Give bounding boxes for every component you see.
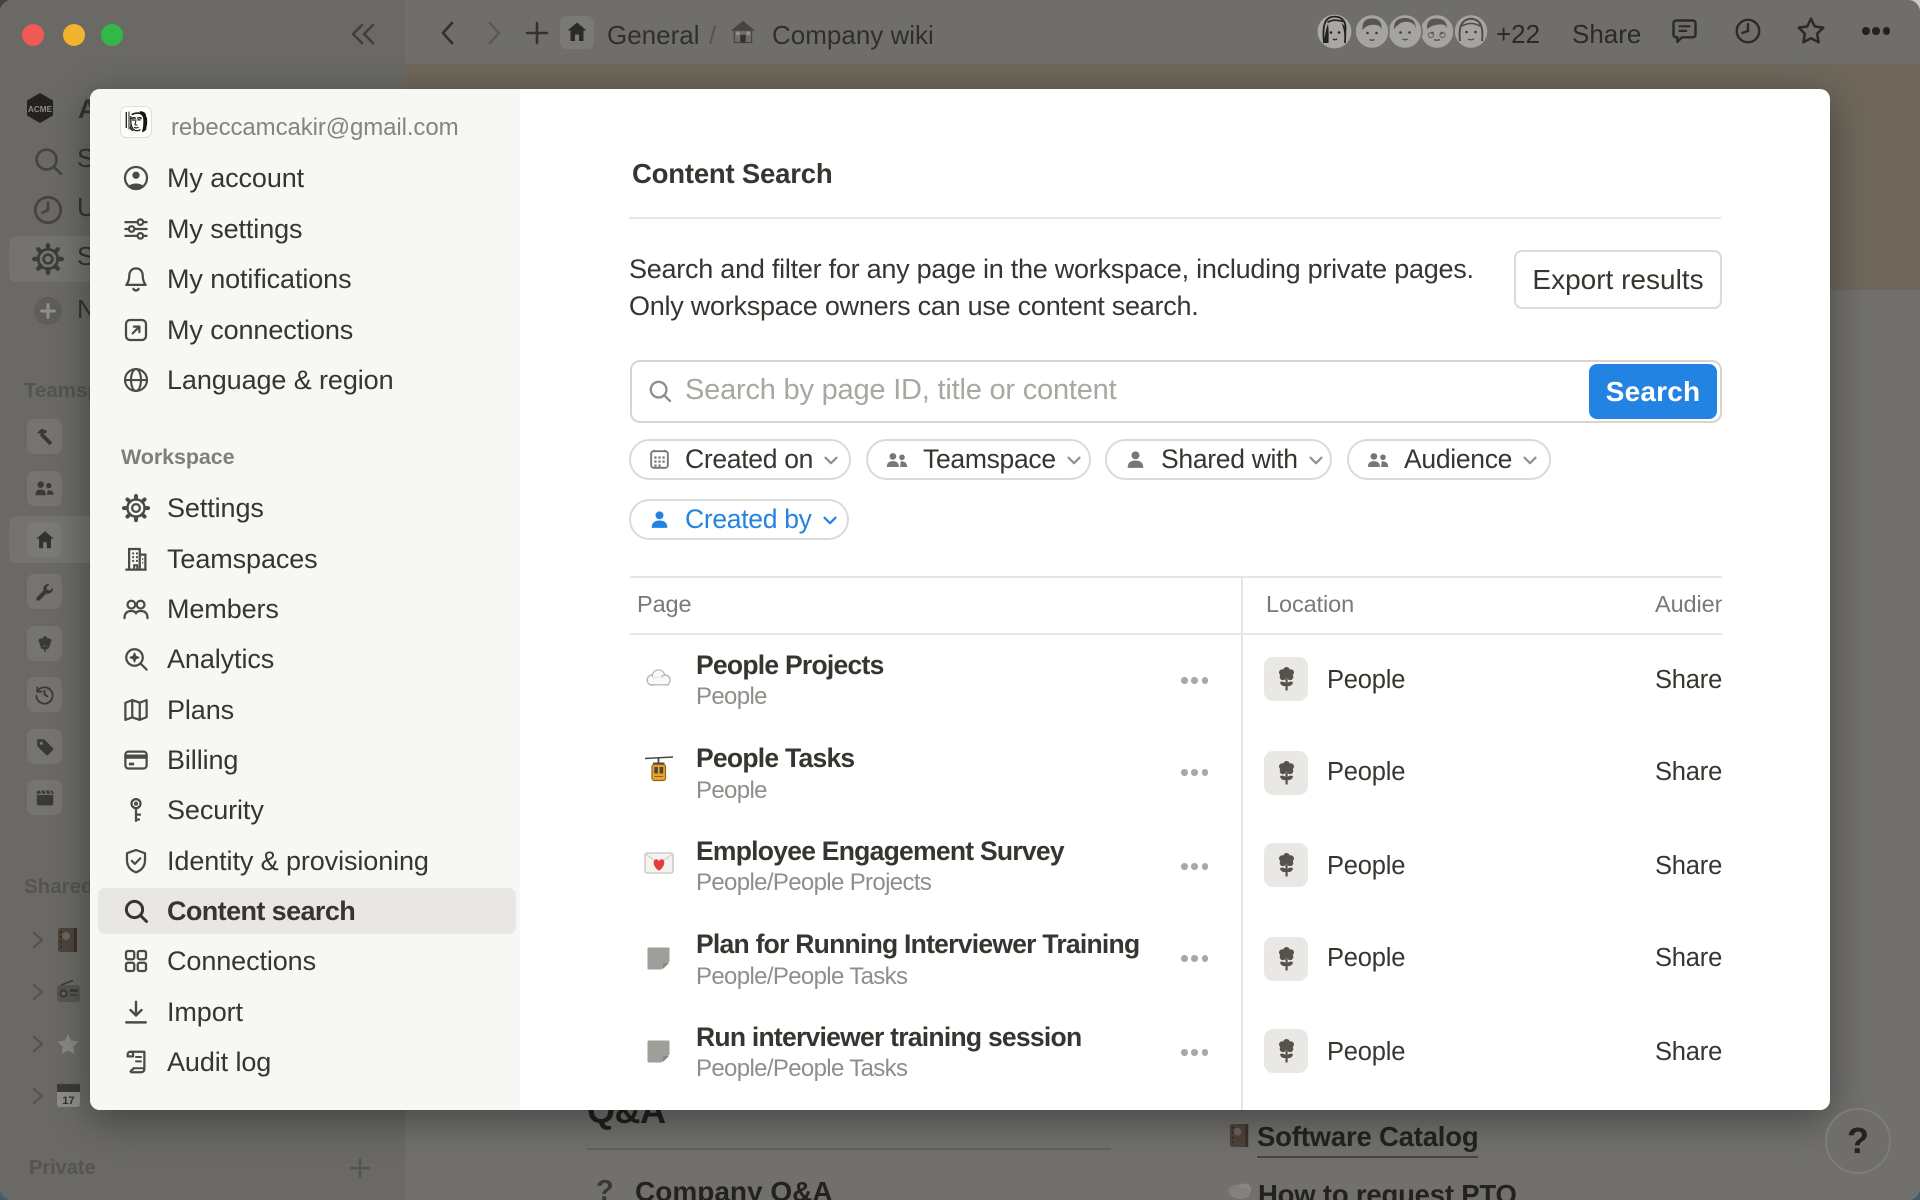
svg-text:17: 17 [62, 1095, 74, 1107]
svg-text:ACME: ACME [28, 105, 53, 114]
